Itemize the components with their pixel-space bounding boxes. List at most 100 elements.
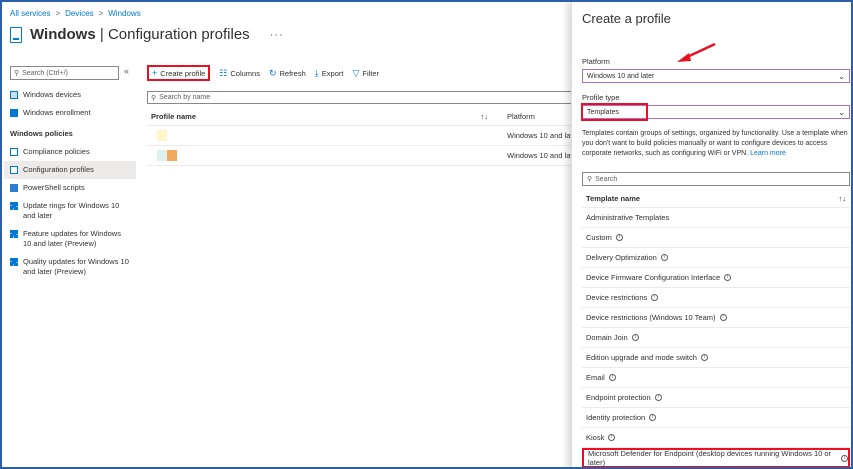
profile-name-cell — [147, 130, 507, 141]
redacted-name-block — [157, 150, 167, 161]
template-list: Administrative Templates Custom i Deliver… — [582, 208, 850, 467]
info-icon[interactable]: i — [615, 234, 623, 241]
left-nav: Windows devices Windows enrollment Windo… — [4, 86, 136, 281]
nav-item-configuration-profiles[interactable]: Configuration profiles — [4, 161, 136, 179]
template-item[interactable]: Endpoint protection i — [582, 388, 850, 408]
device-icon — [10, 26, 22, 43]
windows-logo-icon — [10, 258, 18, 266]
toolbar: + Create profile ☷ Columns ↻ Refresh ⤓ E… — [147, 65, 379, 81]
nav-search-input[interactable]: ⚲ Search (Ctrl+/) — [10, 66, 119, 80]
template-item-defender-for-endpoint[interactable]: Microsoft Defender for Endpoint (desktop… — [582, 448, 850, 467]
nav-item-compliance-policies[interactable]: Compliance policies — [4, 143, 136, 161]
create-profile-panel: Create a profile Platform Windows 10 and… — [571, 2, 851, 467]
filter-icon: ▽ — [352, 67, 360, 78]
template-item[interactable]: Identity protection i — [582, 408, 850, 428]
info-icon[interactable]: i — [649, 414, 657, 421]
nav-item-quality-updates[interactable]: Quality updates for Windows 10 and later… — [4, 253, 136, 281]
info-icon[interactable]: i — [719, 314, 727, 321]
nav-item-feature-updates[interactable]: Feature updates for Windows 10 and later… — [4, 225, 136, 253]
table-row[interactable]: Windows 10 and later — [147, 146, 587, 166]
table-header: Profile name ↑↓ Platform — [147, 108, 587, 126]
template-item[interactable]: Domain Join i — [582, 328, 850, 348]
platform-cell: Windows 10 and later — [507, 151, 580, 160]
chevron-down-icon: ⌄ — [838, 71, 845, 81]
breadcrumb-devices[interactable]: Devices — [65, 9, 93, 18]
profile-search-input[interactable]: ⚲ Search by name — [147, 91, 587, 104]
plus-icon: + — [152, 68, 158, 78]
profiles-table: Profile name ↑↓ Platform Windows 10 and … — [147, 108, 587, 166]
platform-select[interactable]: Windows 10 and later ⌄ — [582, 69, 850, 83]
template-item[interactable]: Device restrictions i — [582, 288, 850, 308]
nav-item-windows-devices[interactable]: Windows devices — [4, 86, 136, 104]
template-item[interactable]: Device Firmware Configuration Interface i — [582, 268, 850, 288]
collapse-icon[interactable]: « — [124, 66, 129, 76]
windows-logo-icon — [10, 202, 18, 210]
platform-cell: Windows 10 and later — [507, 131, 580, 140]
sort-icon[interactable]: ↑↓ — [839, 194, 847, 203]
windows-logo-icon — [10, 230, 18, 238]
search-icon: ⚲ — [14, 70, 20, 77]
nav-section-header: Windows policies — [10, 129, 73, 138]
panel-title: Create a profile — [582, 11, 671, 26]
info-icon[interactable]: i — [841, 454, 848, 462]
refresh-icon: ↻ — [268, 67, 277, 78]
breadcrumb-windows[interactable]: Windows — [108, 9, 140, 18]
columns-icon: ☷ — [219, 67, 228, 78]
monitor-icon — [10, 91, 18, 99]
redacted-name-block — [167, 150, 177, 161]
document-icon — [10, 166, 18, 174]
page-title: Windows | Configuration profiles — [30, 26, 250, 43]
template-item[interactable]: Delivery Optimization i — [582, 248, 850, 268]
table-row[interactable]: Windows 10 and later — [147, 126, 587, 146]
powershell-icon — [10, 184, 18, 192]
enrollment-icon — [10, 109, 18, 117]
template-item[interactable]: Kiosk i — [582, 428, 850, 448]
filter-button[interactable]: ▽ Filter — [352, 68, 379, 79]
template-item[interactable]: Administrative Templates — [582, 208, 850, 228]
template-search-input[interactable]: ⚲ Search — [582, 172, 850, 186]
refresh-button[interactable]: ↻ Refresh — [269, 68, 306, 79]
nav-item-windows-enrollment[interactable]: Windows enrollment — [4, 104, 136, 122]
search-icon: ⚲ — [151, 94, 157, 102]
more-options-icon[interactable]: ··· — [270, 29, 284, 41]
learn-more-link[interactable]: Learn more — [750, 150, 786, 157]
info-icon[interactable]: i — [660, 254, 668, 261]
info-icon[interactable]: i — [631, 334, 639, 341]
app-frame: All services > Devices > Windows Windows… — [0, 0, 853, 469]
template-item[interactable]: Edition upgrade and mode switch i — [582, 348, 850, 368]
platform-label: Platform — [582, 57, 610, 66]
info-icon[interactable]: i — [608, 434, 616, 441]
highlight-box — [581, 103, 648, 121]
info-icon[interactable]: i — [608, 374, 616, 381]
breadcrumb-separator: > — [55, 9, 61, 18]
nav-item-update-rings[interactable]: Update rings for Windows 10 and later — [4, 197, 136, 225]
export-button[interactable]: ⤓ Export — [315, 68, 344, 79]
info-icon[interactable]: i — [654, 394, 662, 401]
info-icon[interactable]: i — [651, 294, 659, 301]
title-row: Windows | Configuration profiles ··· — [10, 26, 284, 43]
template-item[interactable]: Custom i — [582, 228, 850, 248]
annotation-arrow-icon — [677, 42, 716, 62]
breadcrumb: All services > Devices > Windows — [10, 9, 141, 18]
breadcrumb-all-services[interactable]: All services — [10, 9, 50, 18]
profile-name-cell — [147, 150, 507, 161]
sort-icon[interactable]: ↑↓ — [481, 112, 489, 121]
template-item[interactable]: Device restrictions (Windows 10 Team) i — [582, 308, 850, 328]
template-item[interactable]: Email i — [582, 368, 850, 388]
columns-button[interactable]: ☷ Columns — [219, 68, 260, 79]
create-profile-button[interactable]: + Create profile — [147, 65, 211, 81]
document-icon — [10, 148, 18, 156]
profile-type-label: Profile type — [582, 93, 620, 102]
download-icon: ⤓ — [314, 67, 319, 78]
breadcrumb-separator: > — [98, 9, 104, 18]
search-icon: ⚲ — [587, 176, 593, 183]
redacted-name-block — [157, 130, 167, 141]
profile-type-description: Templates contain groups of settings, or… — [582, 130, 848, 157]
column-header-platform[interactable]: Platform — [492, 112, 535, 121]
nav-item-powershell-scripts[interactable]: PowerShell scripts — [4, 179, 136, 197]
chevron-down-icon: ⌄ — [838, 107, 845, 117]
column-header-profile-name[interactable]: Profile name ↑↓ — [147, 112, 492, 121]
template-list-header: Template name ↑↓ — [582, 190, 850, 208]
info-icon[interactable]: i — [700, 354, 708, 361]
info-icon[interactable]: i — [724, 274, 732, 281]
